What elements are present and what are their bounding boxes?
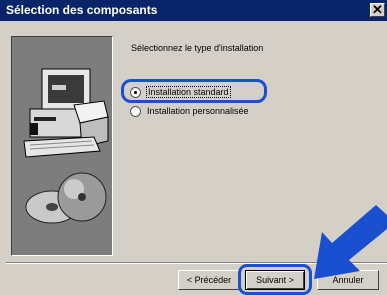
back-button[interactable]: < Précéder (178, 270, 240, 290)
close-icon: ✕ (372, 2, 383, 17)
option-custom-label[interactable]: Installation personnalisée (147, 106, 249, 116)
pointer-arrow-icon (314, 205, 387, 279)
window-title: Sélection des composants (6, 3, 158, 17)
installation-type-heading: Sélectionnez le type d'installation (131, 43, 264, 53)
computer-illustration (12, 37, 112, 255)
side-illustration-panel (11, 36, 113, 256)
close-button[interactable]: ✕ (370, 2, 385, 17)
standard-highlight-callout (121, 79, 267, 103)
installer-window: Sélection des composants ✕ Sélectionnez … (0, 0, 387, 295)
radio-custom[interactable] (130, 105, 141, 117)
title-bar: Sélection des composants ✕ (0, 0, 387, 21)
option-custom[interactable]: Installation personnalisée (130, 104, 249, 118)
